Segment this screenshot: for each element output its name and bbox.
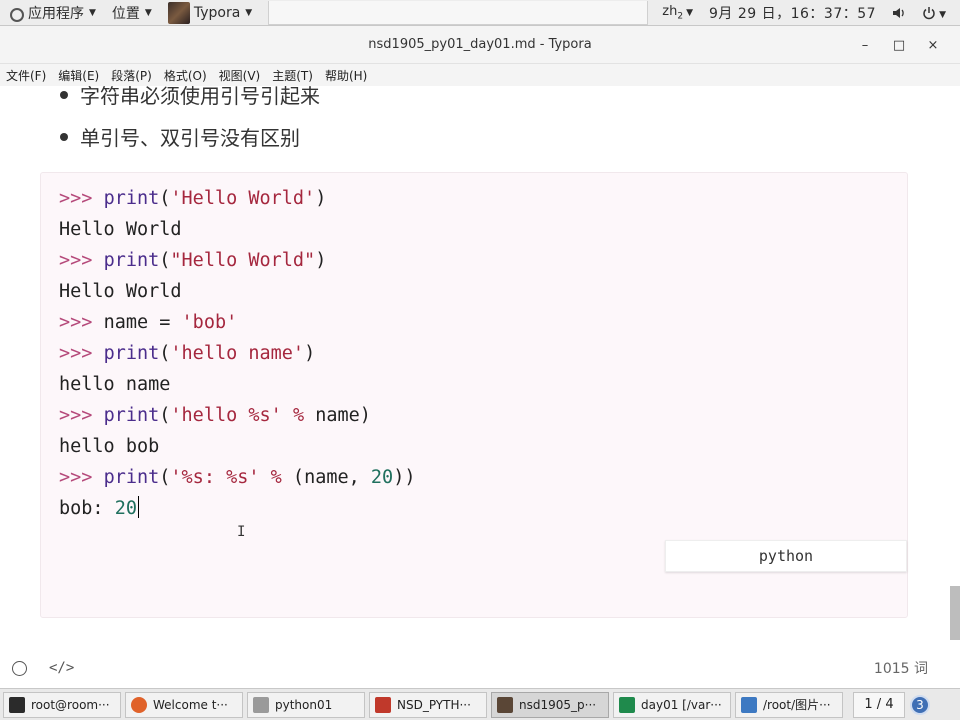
code-line: >>> print("Hello World") <box>59 250 327 271</box>
chevron-down-icon: ▼ <box>939 9 946 20</box>
power-icon <box>923 6 935 19</box>
input-method-indicator[interactable]: zh2 ▼ <box>654 4 701 22</box>
document-icon <box>253 696 269 713</box>
task-pycharm[interactable]: day01 [/var··· <box>613 691 731 718</box>
chevron-down-icon: ▼ <box>144 7 152 18</box>
places-label: 位置 <box>111 5 140 22</box>
chevron-down-icon: ▼ <box>686 7 693 18</box>
window-controls: – □ × <box>848 26 950 64</box>
menu-view[interactable]: 视图(V) <box>213 67 267 84</box>
code-line: hello name <box>59 374 171 395</box>
outline-toggle-icon[interactable] <box>12 660 27 676</box>
power-menu[interactable]: ▼ <box>914 5 954 21</box>
clock[interactable]: 9月 29 日，16：37：57 <box>701 3 884 23</box>
menu-paragraph[interactable]: 段落(P) <box>105 67 158 84</box>
terminal-icon <box>9 696 25 713</box>
taskbar: root@room··· Welcome t··· python01 NSD_P… <box>0 688 960 720</box>
menu-theme[interactable]: 主题(T) <box>266 67 319 84</box>
task-terminal[interactable]: root@room··· <box>3 691 121 718</box>
code-line: Hello World <box>59 281 182 302</box>
editor-area[interactable]: 字符串必须使用引号引起来 单引号、双引号没有区别 >>> print('Hell… <box>0 86 960 648</box>
minimize-button[interactable]: – <box>848 38 882 53</box>
scrollbar-thumb[interactable] <box>950 586 960 640</box>
list-item-text: 单引号、双引号没有区别 <box>80 126 300 150</box>
applications-label: 应用程序 <box>28 5 84 22</box>
code-line: >>> print('hello %s' % name) <box>59 405 371 426</box>
typora-app-icon <box>167 1 190 24</box>
code-line: >>> print('hello name') <box>59 343 316 364</box>
workspace-pager[interactable]: 1 / 4 <box>853 691 905 718</box>
code-line: bob: 20 <box>59 495 140 523</box>
typora-icon <box>497 696 513 713</box>
folder-icon <box>741 696 757 713</box>
firefox-icon <box>131 696 147 713</box>
list-item-text: 字符串必须使用引号引起来 <box>80 86 320 108</box>
maximize-button[interactable]: □ <box>882 38 916 53</box>
task-firefox[interactable]: Welcome t··· <box>125 691 243 718</box>
window-title: nsd1905_py01_day01.md - Typora <box>368 37 592 52</box>
bullet-dot <box>60 132 68 141</box>
pdf-icon <box>375 696 391 713</box>
workspace-badge[interactable]: 3 <box>910 694 930 715</box>
list-item[interactable]: 单引号、双引号没有区别 <box>60 122 300 151</box>
chevron-down-icon: ▼ <box>245 7 253 18</box>
task-python01[interactable]: python01 <box>247 691 365 718</box>
status-bar: </> 1015 词 <box>0 648 960 688</box>
active-app-menu[interactable]: Typora ▼ <box>160 0 260 26</box>
menu-edit[interactable]: 编辑(E) <box>52 67 105 84</box>
task-nsd-python[interactable]: NSD_PYTH··· <box>369 691 487 718</box>
volume-icon[interactable] <box>884 5 914 21</box>
panel-blank-area <box>268 0 649 25</box>
source-mode-icon[interactable]: </> <box>49 660 74 676</box>
word-count[interactable]: 1015 词 <box>874 658 928 678</box>
applications-menu[interactable]: 应用程序 ▼ <box>0 0 104 26</box>
code-line: >>> print('Hello World') <box>59 188 327 209</box>
list-item[interactable]: 字符串必须使用引号引起来 <box>60 86 320 109</box>
task-typora[interactable]: nsd1905_p··· <box>491 691 609 718</box>
menu-help[interactable]: 帮助(H) <box>319 67 373 84</box>
code-line: hello bob <box>59 436 160 457</box>
chevron-down-icon: ▼ <box>89 7 96 18</box>
places-menu[interactable]: 位置 ▼ <box>104 0 160 26</box>
code-line: >>> name = 'bob' <box>59 312 238 333</box>
window-titlebar: nsd1905_py01_day01.md - Typora – □ × <box>0 26 960 64</box>
menu-format[interactable]: 格式(O) <box>158 67 213 84</box>
code-line: >>> print('%s: %s' % (name, 20)) <box>59 467 416 488</box>
close-button[interactable]: × <box>916 38 950 53</box>
task-file-manager[interactable]: /root/图片··· <box>735 691 843 718</box>
bullet-dot <box>60 90 68 99</box>
active-app-label: Typora <box>193 4 241 21</box>
menubar: 文件(F) 编辑(E) 段落(P) 格式(O) 视图(V) 主题(T) 帮助(H… <box>0 64 960 86</box>
code-language-input[interactable]: python <box>665 540 907 572</box>
text-cursor <box>137 496 140 518</box>
ibeam-cursor-icon: I <box>237 524 246 540</box>
applications-icon <box>8 6 24 22</box>
panel-status-area: zh2 ▼ 9月 29 日，16：37：57 ▼ <box>654 0 960 26</box>
pycharm-icon <box>619 696 635 713</box>
menu-file[interactable]: 文件(F) <box>0 67 52 84</box>
top-panel: 应用程序 ▼ 位置 ▼ Typora ▼ zh2 ▼ 9月 29 日，16：37：… <box>0 0 960 26</box>
code-line: Hello World <box>59 219 182 240</box>
